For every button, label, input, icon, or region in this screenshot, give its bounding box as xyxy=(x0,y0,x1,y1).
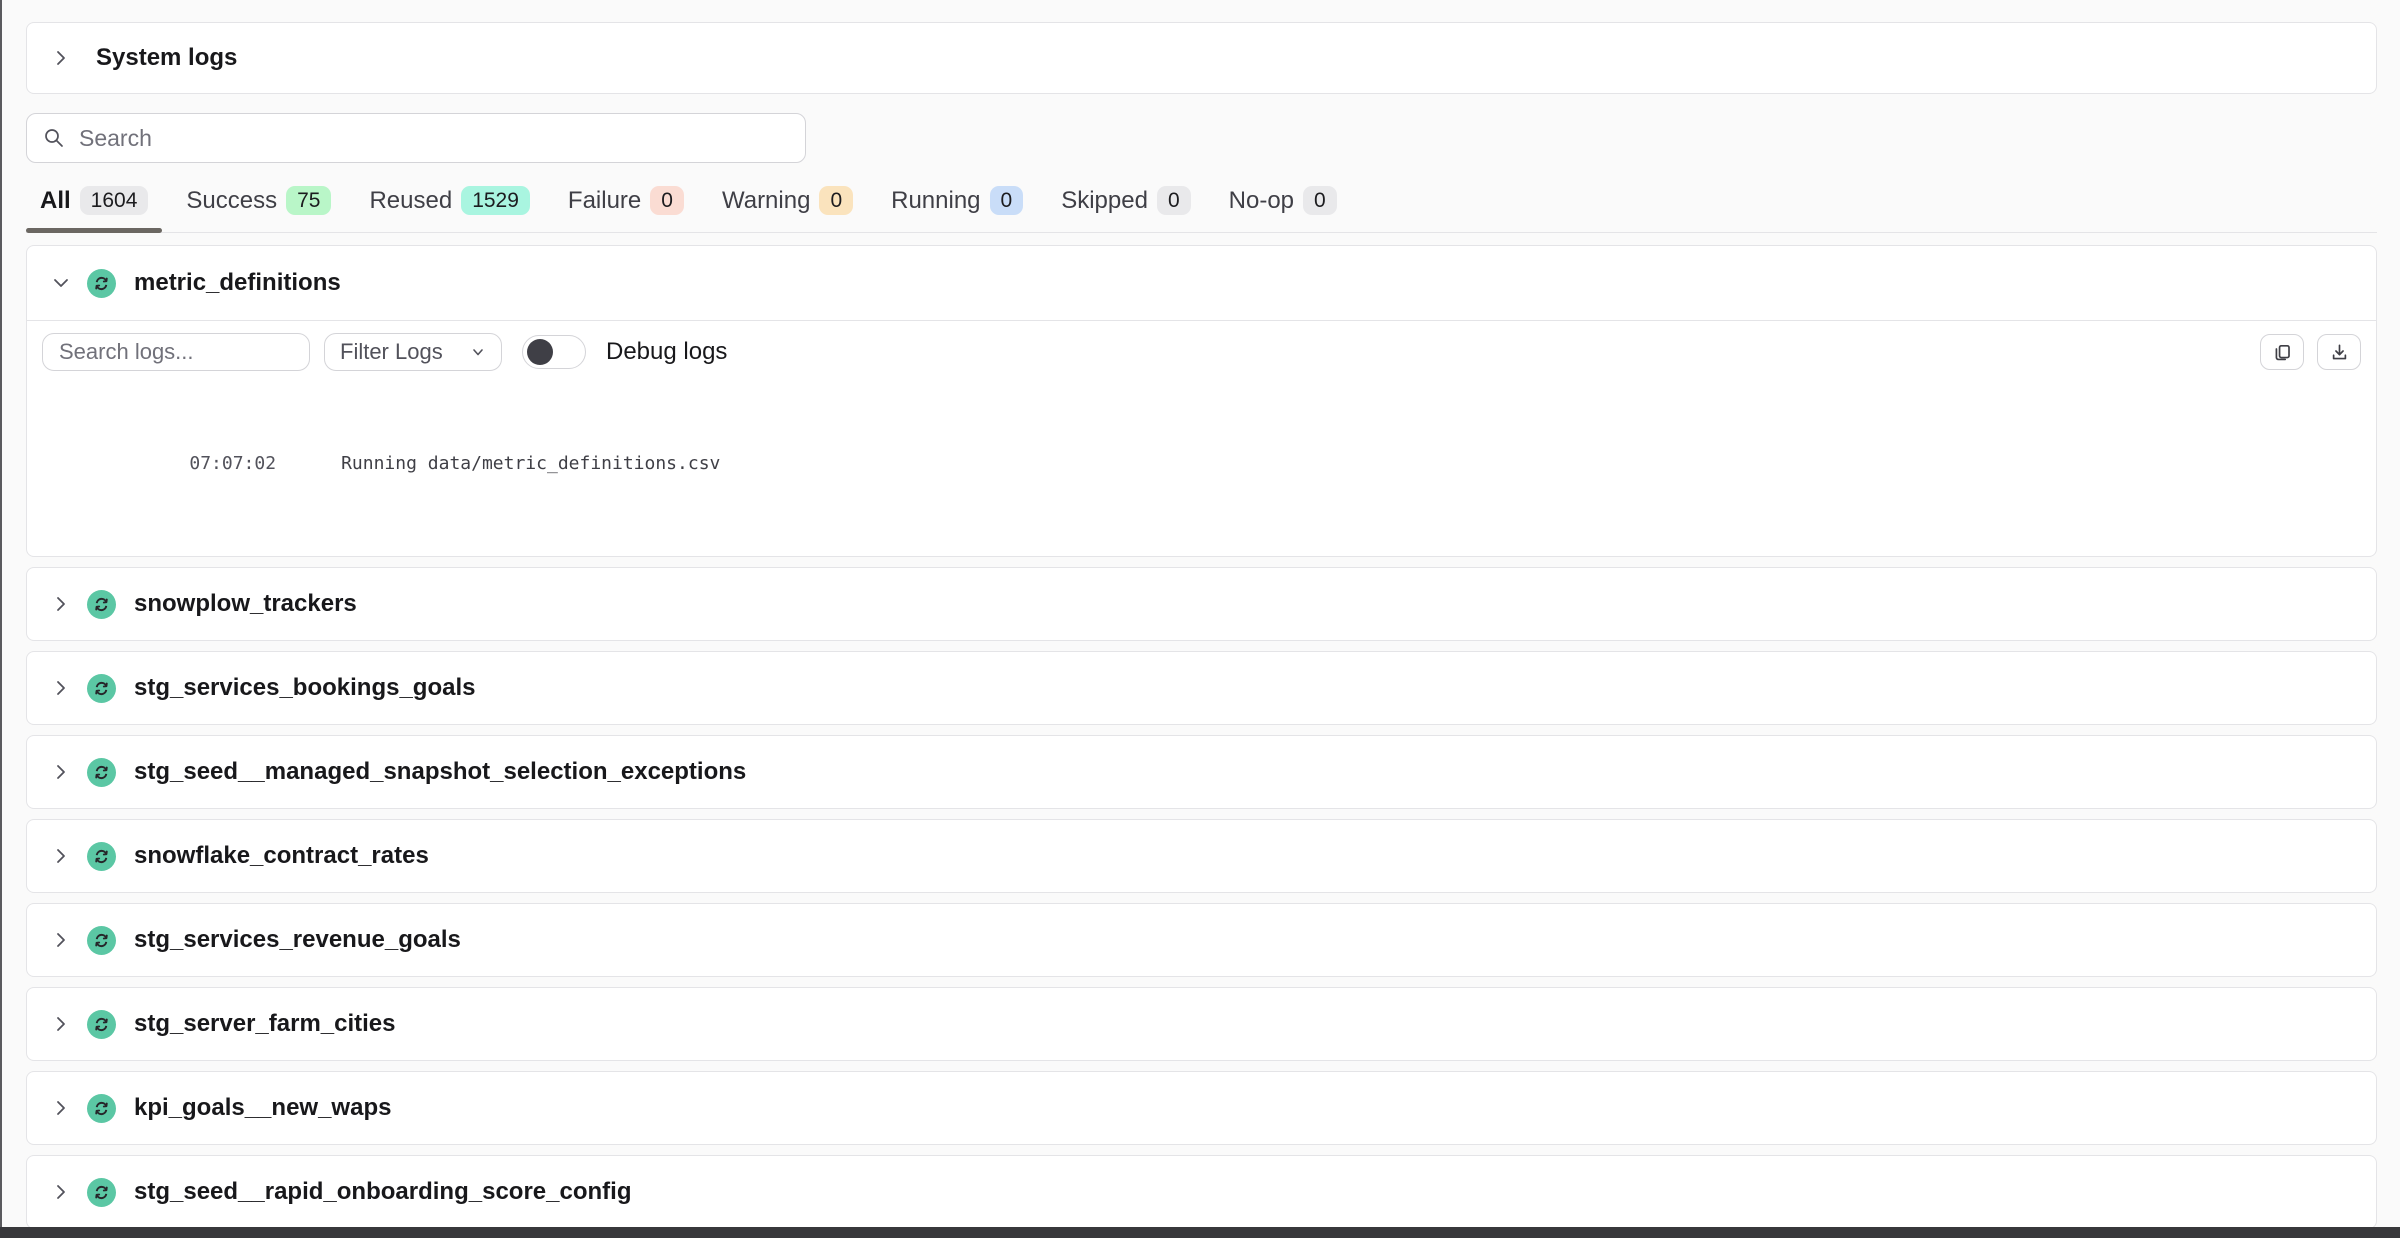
copy-logs-button[interactable] xyxy=(2260,334,2304,370)
chevron-right-icon xyxy=(51,846,71,866)
tab-count-badge: 0 xyxy=(1303,186,1337,215)
log-entry-row[interactable]: snowflake_contract_rates xyxy=(26,819,2377,893)
entry-name: stg_seed__managed_snapshot_selection_exc… xyxy=(134,758,746,786)
download-logs-button[interactable] xyxy=(2317,334,2361,370)
filter-logs-label: Filter Logs xyxy=(340,339,443,365)
log-message: Running data/metric_definitions.csv xyxy=(341,453,720,474)
log-timestamp: 07:07:02 xyxy=(189,453,276,474)
search-icon xyxy=(43,127,65,149)
search-input[interactable] xyxy=(79,125,789,152)
entry-name: stg_services_revenue_goals xyxy=(134,926,461,954)
download-icon xyxy=(2329,342,2350,363)
tab-label: Warning xyxy=(722,187,810,215)
entry-name: metric_definitions xyxy=(134,269,341,297)
log-entry-row[interactable]: snowplow_trackers xyxy=(26,567,2377,641)
log-entry-expanded: metric_definitions Filter Logs Debug log… xyxy=(26,245,2377,557)
entry-name: snowplow_trackers xyxy=(134,590,357,618)
window-edge-left xyxy=(0,0,2,1238)
log-entry-row[interactable]: stg_seed__managed_snapshot_selection_exc… xyxy=(26,735,2377,809)
log-toolbar: Filter Logs Debug logs xyxy=(27,321,2376,383)
tab-count-badge: 0 xyxy=(1157,186,1191,215)
refresh-reused-icon xyxy=(87,674,116,703)
refresh-reused-icon xyxy=(87,758,116,787)
refresh-reused-icon xyxy=(87,1094,116,1123)
log-entry-row[interactable]: kpi_goals__new_waps xyxy=(26,1071,2377,1145)
page-title: System logs xyxy=(96,44,237,72)
tab-label: Failure xyxy=(568,187,641,215)
entry-name: stg_seed__rapid_onboarding_score_config xyxy=(134,1178,631,1206)
tab-count-badge: 75 xyxy=(286,186,331,215)
tab-label: All xyxy=(40,187,71,215)
tab-label: Skipped xyxy=(1061,187,1148,215)
debug-logs-toggle[interactable] xyxy=(522,335,586,369)
tab-noop[interactable]: No-op 0 xyxy=(1215,179,1351,232)
tab-running[interactable]: Running 0 xyxy=(877,179,1037,232)
search-bar[interactable] xyxy=(26,113,806,163)
system-logs-header[interactable]: System logs xyxy=(26,22,2377,94)
refresh-reused-icon xyxy=(87,842,116,871)
log-entry-row[interactable]: stg_services_revenue_goals xyxy=(26,903,2377,977)
refresh-reused-icon xyxy=(87,269,116,298)
log-line: 07:07:02 Reused [ 0.06s] seed analytics.… xyxy=(81,521,2376,556)
refresh-reused-icon xyxy=(87,590,116,619)
log-entry-row[interactable]: stg_seed__rapid_onboarding_score_config xyxy=(26,1155,2377,1229)
tab-label: No-op xyxy=(1229,187,1294,215)
chevron-down-icon xyxy=(51,273,71,293)
log-search-input[interactable] xyxy=(42,333,310,371)
tab-failure[interactable]: Failure 0 xyxy=(554,179,698,232)
tab-all[interactable]: All 1604 xyxy=(26,179,162,232)
tab-skipped[interactable]: Skipped 0 xyxy=(1047,179,1204,232)
tab-count-badge: 1529 xyxy=(461,186,530,215)
tab-reused[interactable]: Reused 1529 xyxy=(355,179,543,232)
tab-warning[interactable]: Warning 0 xyxy=(708,179,867,232)
refresh-reused-icon xyxy=(87,1178,116,1207)
tab-label: Running xyxy=(891,187,980,215)
window-edge-bottom xyxy=(0,1227,2400,1238)
entry-name: stg_server_farm_cities xyxy=(134,1010,396,1038)
toggle-knob xyxy=(527,339,553,365)
refresh-reused-icon xyxy=(87,926,116,955)
chevron-right-icon xyxy=(51,48,71,68)
entry-name: kpi_goals__new_waps xyxy=(134,1094,391,1122)
log-entry-row[interactable]: stg_server_farm_cities xyxy=(26,987,2377,1061)
chevron-right-icon xyxy=(51,930,71,950)
entry-name: snowflake_contract_rates xyxy=(134,842,429,870)
log-output[interactable]: 07:07:02 Running data/metric_definitions.… xyxy=(27,383,2376,556)
filter-logs-dropdown[interactable]: Filter Logs xyxy=(324,333,502,371)
system-logs-page: System logs All 1604 Success 75 Reused 1… xyxy=(0,0,2400,1229)
status-tabs: All 1604 Success 75 Reused 1529 Failure … xyxy=(26,179,2377,233)
chevron-right-icon xyxy=(51,678,71,698)
entry-name: stg_services_bookings_goals xyxy=(134,674,475,702)
refresh-reused-icon xyxy=(87,1010,116,1039)
entry-header-metric-definitions[interactable]: metric_definitions xyxy=(27,246,2376,320)
log-entry-row[interactable]: stg_services_bookings_goals xyxy=(26,651,2377,725)
chevron-right-icon xyxy=(51,1014,71,1034)
tab-label: Reused xyxy=(369,187,452,215)
debug-logs-label: Debug logs xyxy=(606,338,727,366)
log-entries-list: metric_definitions Filter Logs Debug log… xyxy=(26,245,2377,1229)
chevron-right-icon xyxy=(51,762,71,782)
chevron-right-icon xyxy=(51,594,71,614)
tab-count-badge: 1604 xyxy=(80,186,149,215)
log-line: 07:07:02 Running data/metric_definitions.… xyxy=(81,407,2376,521)
tab-count-badge: 0 xyxy=(990,186,1024,215)
chevron-right-icon xyxy=(51,1182,71,1202)
chevron-down-icon xyxy=(470,344,486,360)
chevron-right-icon xyxy=(51,1098,71,1118)
tab-count-badge: 0 xyxy=(650,186,684,215)
tab-count-badge: 0 xyxy=(819,186,853,215)
tab-label: Success xyxy=(186,187,277,215)
tab-success[interactable]: Success 75 xyxy=(172,179,345,232)
copy-icon xyxy=(2272,342,2293,363)
